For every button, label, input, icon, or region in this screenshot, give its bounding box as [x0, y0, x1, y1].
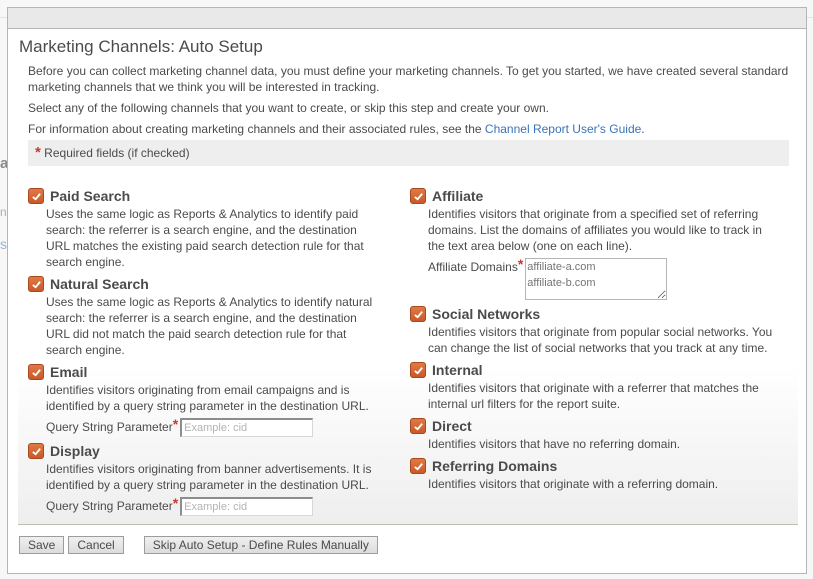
email-query-param-input[interactable]	[180, 418, 314, 437]
field-label: Query String Parameter*	[46, 416, 179, 436]
channel-referring-domains: Referring Domains Identifies visitors th…	[410, 456, 775, 492]
checkmark-icon	[413, 366, 423, 375]
required-star-icon: *	[172, 416, 179, 432]
channel-description: Identifies visitors that have no referri…	[428, 437, 681, 451]
field-label-text: Query String Parameter	[46, 420, 173, 434]
info-suffix: .	[641, 122, 645, 136]
channel-description: Identifies visitors that originate with …	[428, 381, 759, 411]
auto-setup-dialog: Marketing Channels: Auto Setup Before yo…	[7, 7, 807, 574]
info-paragraph: For information about creating marketing…	[28, 121, 793, 137]
channel-description: Uses the same logic as Reports & Analyti…	[46, 295, 373, 357]
channel-name: Social Networks	[432, 306, 541, 322]
required-note-text: Required fields (if checked)	[40, 146, 190, 160]
affiliate-domains-textarea[interactable]	[525, 258, 668, 300]
channel-description: Identifies visitors that originate from …	[428, 325, 773, 355]
channel-social-networks: Social Networks Identifies visitors that…	[410, 304, 775, 356]
social-networks-checkbox[interactable]	[410, 306, 426, 322]
channel-name: Display	[50, 443, 100, 459]
natural-search-checkbox[interactable]	[28, 276, 44, 292]
background-link-fragment: s	[0, 236, 7, 252]
channel-name: Direct	[432, 418, 472, 434]
display-checkbox[interactable]	[28, 443, 44, 459]
dialog-buttons: Save Cancel Skip Auto Setup - Define Rul…	[19, 536, 382, 554]
channel-name: Affiliate	[432, 188, 484, 204]
required-star-icon: *	[517, 256, 524, 272]
channel-description: Identifies visitors that originate from …	[428, 207, 762, 253]
channel-name: Email	[50, 364, 88, 380]
channels-right-column: Affiliate Identifies visitors that origi…	[410, 186, 775, 496]
channel-paid-search: Paid Search Uses the same logic as Repor…	[28, 186, 383, 270]
referring-domains-checkbox[interactable]	[410, 458, 426, 474]
save-button[interactable]: Save	[19, 536, 65, 554]
internal-checkbox[interactable]	[410, 362, 426, 378]
channel-natural-search: Natural Search Uses the same logic as Re…	[28, 274, 383, 358]
channel-description: Uses the same logic as Reports & Analyti…	[46, 207, 364, 269]
channel-display: Display Identifies visitors originating …	[28, 441, 383, 516]
checkmark-icon	[31, 192, 41, 201]
cancel-button[interactable]: Cancel	[68, 536, 124, 554]
channel-name: Natural Search	[50, 276, 149, 292]
field-label-text: Affiliate Domains	[428, 260, 518, 274]
checkmark-icon	[31, 368, 41, 377]
dialog-titlebar[interactable]	[8, 8, 806, 29]
checkmark-icon	[413, 422, 423, 431]
email-checkbox[interactable]	[28, 364, 44, 380]
intro-text: Before you can collect marketing channel…	[28, 63, 793, 142]
info-prefix: For information about creating marketing…	[28, 122, 485, 136]
checkmark-icon	[413, 462, 423, 471]
channel-name: Referring Domains	[432, 458, 558, 474]
required-star-icon: *	[172, 495, 179, 511]
paid-search-checkbox[interactable]	[28, 188, 44, 204]
required-fields-note: * Required fields (if checked)	[28, 140, 789, 166]
direct-checkbox[interactable]	[410, 418, 426, 434]
field-label-text: Query String Parameter	[46, 499, 173, 513]
field-label: Query String Parameter*	[46, 495, 179, 515]
checkmark-icon	[413, 310, 423, 319]
channels-panel: Paid Search Uses the same logic as Repor…	[18, 174, 798, 525]
dialog-title: Marketing Channels: Auto Setup	[19, 37, 263, 56]
channel-description: Identifies visitors originating from ban…	[46, 462, 372, 492]
checkmark-icon	[413, 192, 423, 201]
intro-paragraph: Before you can collect marketing channel…	[28, 64, 789, 94]
checkmark-icon	[31, 280, 41, 289]
channel-internal: Internal Identifies visitors that origin…	[410, 360, 775, 412]
channel-description: Identifies visitors that originate with …	[428, 477, 719, 491]
channel-report-guide-link[interactable]: Channel Report User's Guide	[485, 122, 641, 136]
background-text-fragment: n	[0, 205, 7, 219]
display-query-param-input[interactable]	[180, 497, 314, 516]
field-label: Affiliate Domains*	[428, 256, 524, 276]
channel-description: Identifies visitors originating from ema…	[46, 383, 369, 413]
channel-name: Internal	[432, 362, 483, 378]
channel-name: Paid Search	[50, 188, 131, 204]
channels-left-column: Paid Search Uses the same logic as Repor…	[28, 186, 383, 520]
skip-auto-setup-button[interactable]: Skip Auto Setup - Define Rules Manually	[143, 536, 378, 554]
channel-email: Email Identifies visitors originating fr…	[28, 362, 383, 437]
checkmark-icon	[31, 447, 41, 456]
channel-affiliate: Affiliate Identifies visitors that origi…	[410, 186, 775, 300]
affiliate-checkbox[interactable]	[410, 188, 426, 204]
channel-direct: Direct Identifies visitors that have no …	[410, 416, 775, 452]
intro-paragraph: Select any of the following channels tha…	[28, 101, 549, 115]
